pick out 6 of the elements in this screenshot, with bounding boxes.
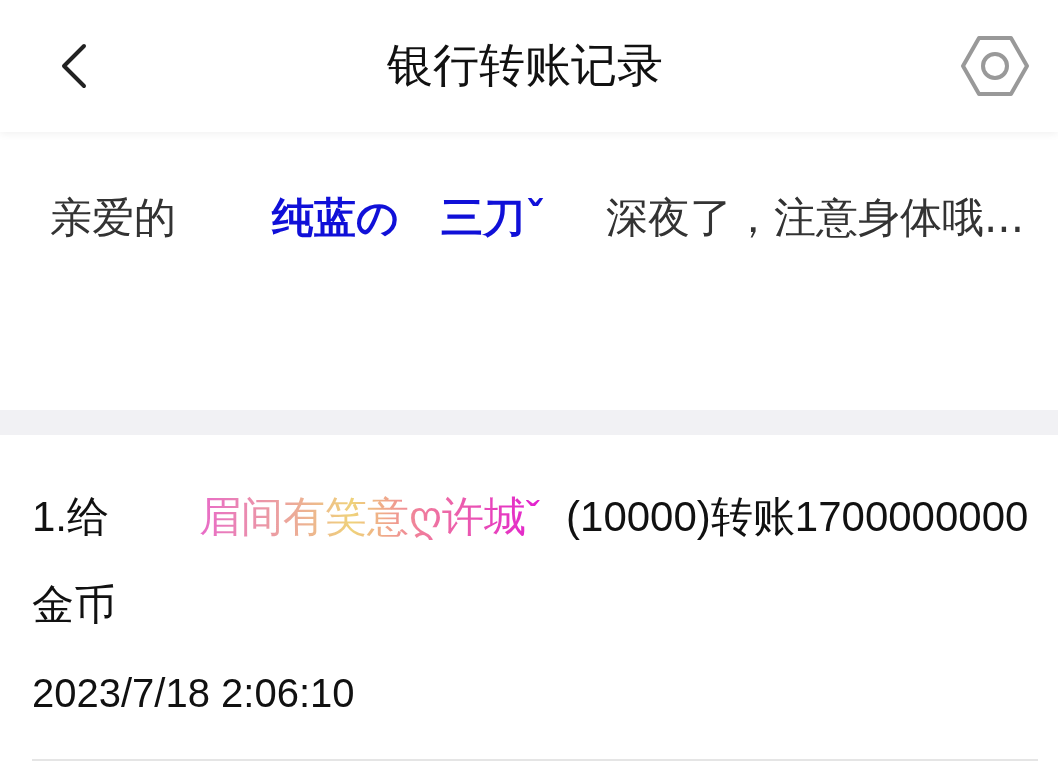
timestamp: 2023/7/18 2:06:10 (32, 670, 356, 717)
settings-button[interactable] (960, 35, 1030, 97)
settings-icon (960, 35, 1030, 97)
greeting-text: 亲爱的 纯蓝の 三刀ˇ 深夜了，注意身体哦... (50, 192, 1026, 244)
transfer-record-text: 1.给 眉间有笑意ღ许城ˇ (10000)转账1700000000金币 (32, 492, 1030, 630)
page-title: 银行转账记录 (387, 37, 663, 94)
